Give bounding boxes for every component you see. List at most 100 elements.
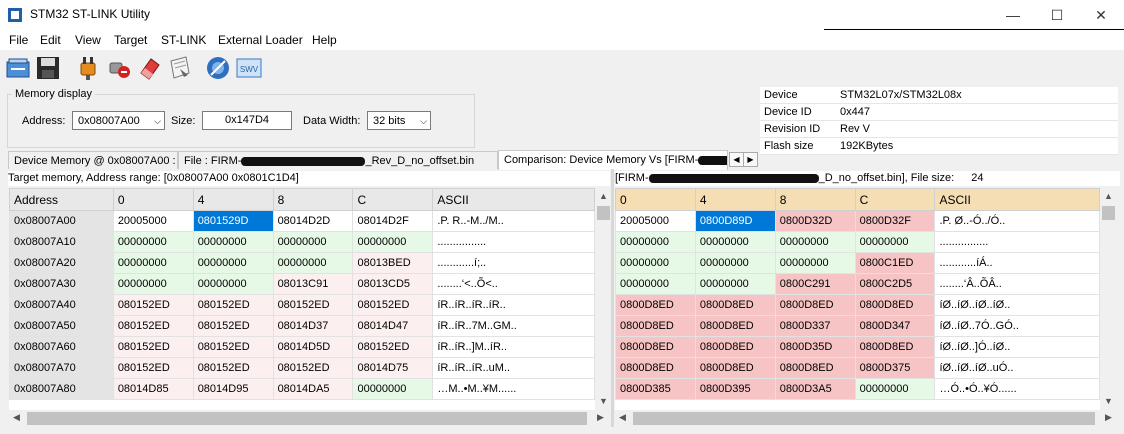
ascii-cell[interactable]: ................ (934, 231, 1100, 253)
ascii-cell[interactable]: íR..íR..7M..GM.. (432, 315, 595, 337)
data-cell[interactable]: 0800C2D5 (854, 273, 936, 295)
data-cell[interactable]: 08014D2D (272, 210, 354, 232)
data-cell[interactable]: 08014DA5 (272, 378, 354, 400)
address-cell[interactable]: 0x08007A00 (9, 210, 114, 232)
address-cell[interactable]: 0x08007A80 (9, 378, 114, 400)
menu-edit[interactable]: Edit (40, 33, 61, 47)
scroll-thumb[interactable] (27, 412, 587, 425)
scroll-thumb[interactable] (597, 206, 610, 220)
size-input[interactable]: 0x147D4 (202, 111, 292, 130)
data-cell[interactable]: 0800D89D (694, 210, 776, 232)
ascii-cell[interactable]: íR..íR..íR..íR.. (432, 294, 595, 316)
data-cell[interactable]: 0800D8ED (774, 357, 856, 379)
data-cell[interactable]: 080152ED (112, 336, 194, 358)
ascii-cell[interactable]: ........‘Â..ÕÂ.. (934, 273, 1100, 295)
scroll-down-icon[interactable]: ▼ (595, 396, 612, 406)
ascii-cell[interactable]: .P. Ø..-Ó../Ó.. (934, 210, 1100, 232)
ascii-cell[interactable]: ........‘<..Õ<.. (432, 273, 595, 295)
scroll-up-icon[interactable]: ▲ (1100, 191, 1117, 201)
address-combobox[interactable]: 0x08007A00 ⌵ (72, 111, 165, 130)
tab-comparison[interactable]: Comparison: Device Memory Vs [FIRM- (498, 150, 728, 170)
data-cell[interactable]: 00000000 (112, 273, 194, 295)
minimize-button[interactable]: — (990, 0, 1036, 30)
tab-scroll-right-button[interactable]: ▶ (743, 152, 758, 167)
left-horizontal-scrollbar[interactable]: ◀ ▶ (9, 410, 611, 427)
data-cell[interactable]: 00000000 (112, 231, 194, 253)
left-vertical-scrollbar[interactable]: ▲ ▼ (595, 188, 612, 410)
data-cell[interactable]: 080152ED (112, 357, 194, 379)
data-cell[interactable]: 0800D337 (774, 315, 856, 337)
ascii-cell[interactable]: ............íÁ.. (934, 252, 1100, 274)
address-cell[interactable]: 0x08007A30 (9, 273, 114, 295)
tab-device-memory[interactable]: Device Memory @ 0x08007A00 : (8, 151, 178, 169)
data-cell[interactable]: 20005000 (112, 210, 194, 232)
data-cell[interactable]: 08014D47 (352, 315, 434, 337)
menu-external-loader[interactable]: External Loader (218, 33, 303, 47)
data-cell[interactable]: 0800D8ED (615, 294, 696, 316)
data-width-combobox[interactable]: 32 bits ⌵ (367, 111, 431, 130)
data-cell[interactable]: 0800D375 (854, 357, 936, 379)
ascii-cell[interactable]: .P. R..-M../M.. (432, 210, 595, 232)
data-cell[interactable]: 00000000 (615, 231, 696, 253)
data-cell[interactable]: 00000000 (272, 231, 354, 253)
data-cell[interactable]: 08014D95 (192, 378, 274, 400)
connect-icon[interactable] (75, 55, 101, 81)
data-cell[interactable]: 080152ED (112, 294, 194, 316)
data-cell[interactable]: 00000000 (615, 273, 696, 295)
menu-target[interactable]: Target (114, 33, 147, 47)
ascii-cell[interactable]: ................ (432, 231, 595, 253)
data-cell[interactable]: 00000000 (192, 273, 274, 295)
swv-icon[interactable]: SWV (236, 55, 262, 81)
right-vertical-scrollbar[interactable]: ▲ ▼ (1100, 188, 1117, 410)
data-cell[interactable]: 0800C291 (774, 273, 856, 295)
address-cell[interactable]: 0x08007A70 (9, 357, 114, 379)
data-cell[interactable]: 00000000 (774, 231, 856, 253)
ascii-cell[interactable]: …Ó..•Ó..¥Ó...... (934, 378, 1100, 400)
ascii-cell[interactable]: …M..•M..¥M...... (432, 378, 595, 400)
menu-st-link[interactable]: ST-LINK (161, 33, 206, 47)
data-cell[interactable]: 00000000 (774, 252, 856, 274)
data-cell[interactable]: 00000000 (694, 273, 776, 295)
save-icon[interactable] (35, 55, 61, 81)
maximize-button[interactable]: ☐ (1034, 0, 1080, 30)
address-cell[interactable]: 0x08007A40 (9, 294, 114, 316)
data-cell[interactable]: 08014D5D (272, 336, 354, 358)
data-cell[interactable]: 0800D8ED (694, 315, 776, 337)
data-cell[interactable]: 08014D2F (352, 210, 434, 232)
scroll-left-icon[interactable]: ◀ (13, 412, 20, 423)
scroll-right-icon[interactable]: ▶ (1105, 412, 1112, 423)
menu-view[interactable]: View (75, 33, 101, 47)
erase-icon[interactable] (137, 55, 163, 81)
ascii-cell[interactable]: íØ..íØ..]Ó..íØ.. (934, 336, 1100, 358)
address-cell[interactable]: 0x08007A60 (9, 336, 114, 358)
data-cell[interactable]: 080152ED (192, 357, 274, 379)
data-cell[interactable]: 0800C1ED (854, 252, 936, 274)
data-cell[interactable]: 0800D8ED (694, 336, 776, 358)
data-cell[interactable]: 00000000 (272, 252, 354, 274)
data-cell[interactable]: 080152ED (352, 336, 434, 358)
data-cell[interactable]: 0800D3A5 (774, 378, 856, 400)
disconnect-icon[interactable] (106, 55, 132, 81)
data-cell[interactable]: 0800D347 (854, 315, 936, 337)
pane-splitter[interactable] (611, 169, 614, 427)
data-cell[interactable]: 0800D8ED (615, 315, 696, 337)
data-cell[interactable]: 0800D8ED (615, 357, 696, 379)
data-cell[interactable]: 080152ED (192, 315, 274, 337)
open-file-icon[interactable] (5, 55, 31, 81)
close-button[interactable]: ✕ (1078, 0, 1124, 30)
data-cell[interactable]: 00000000 (352, 378, 434, 400)
data-cell[interactable]: 00000000 (192, 231, 274, 253)
ascii-cell[interactable]: íR..íR..íR..uM.. (432, 357, 595, 379)
data-cell[interactable]: 080152ED (192, 336, 274, 358)
data-cell[interactable]: 00000000 (112, 252, 194, 274)
data-cell[interactable]: 08013BED (352, 252, 434, 274)
scroll-left-icon[interactable]: ◀ (619, 412, 626, 423)
data-cell[interactable]: 00000000 (854, 378, 936, 400)
tab-file[interactable]: File : FIRM- _Rev_D_no_offset.bin (178, 151, 498, 169)
data-cell[interactable]: 080152ED (272, 294, 354, 316)
data-cell[interactable]: 08014D85 (112, 378, 194, 400)
ascii-cell[interactable]: íØ..íØ..7Ó..GÓ.. (934, 315, 1100, 337)
data-cell[interactable]: 00000000 (694, 231, 776, 253)
scroll-thumb[interactable] (633, 412, 1095, 425)
data-cell[interactable]: 00000000 (352, 231, 434, 253)
